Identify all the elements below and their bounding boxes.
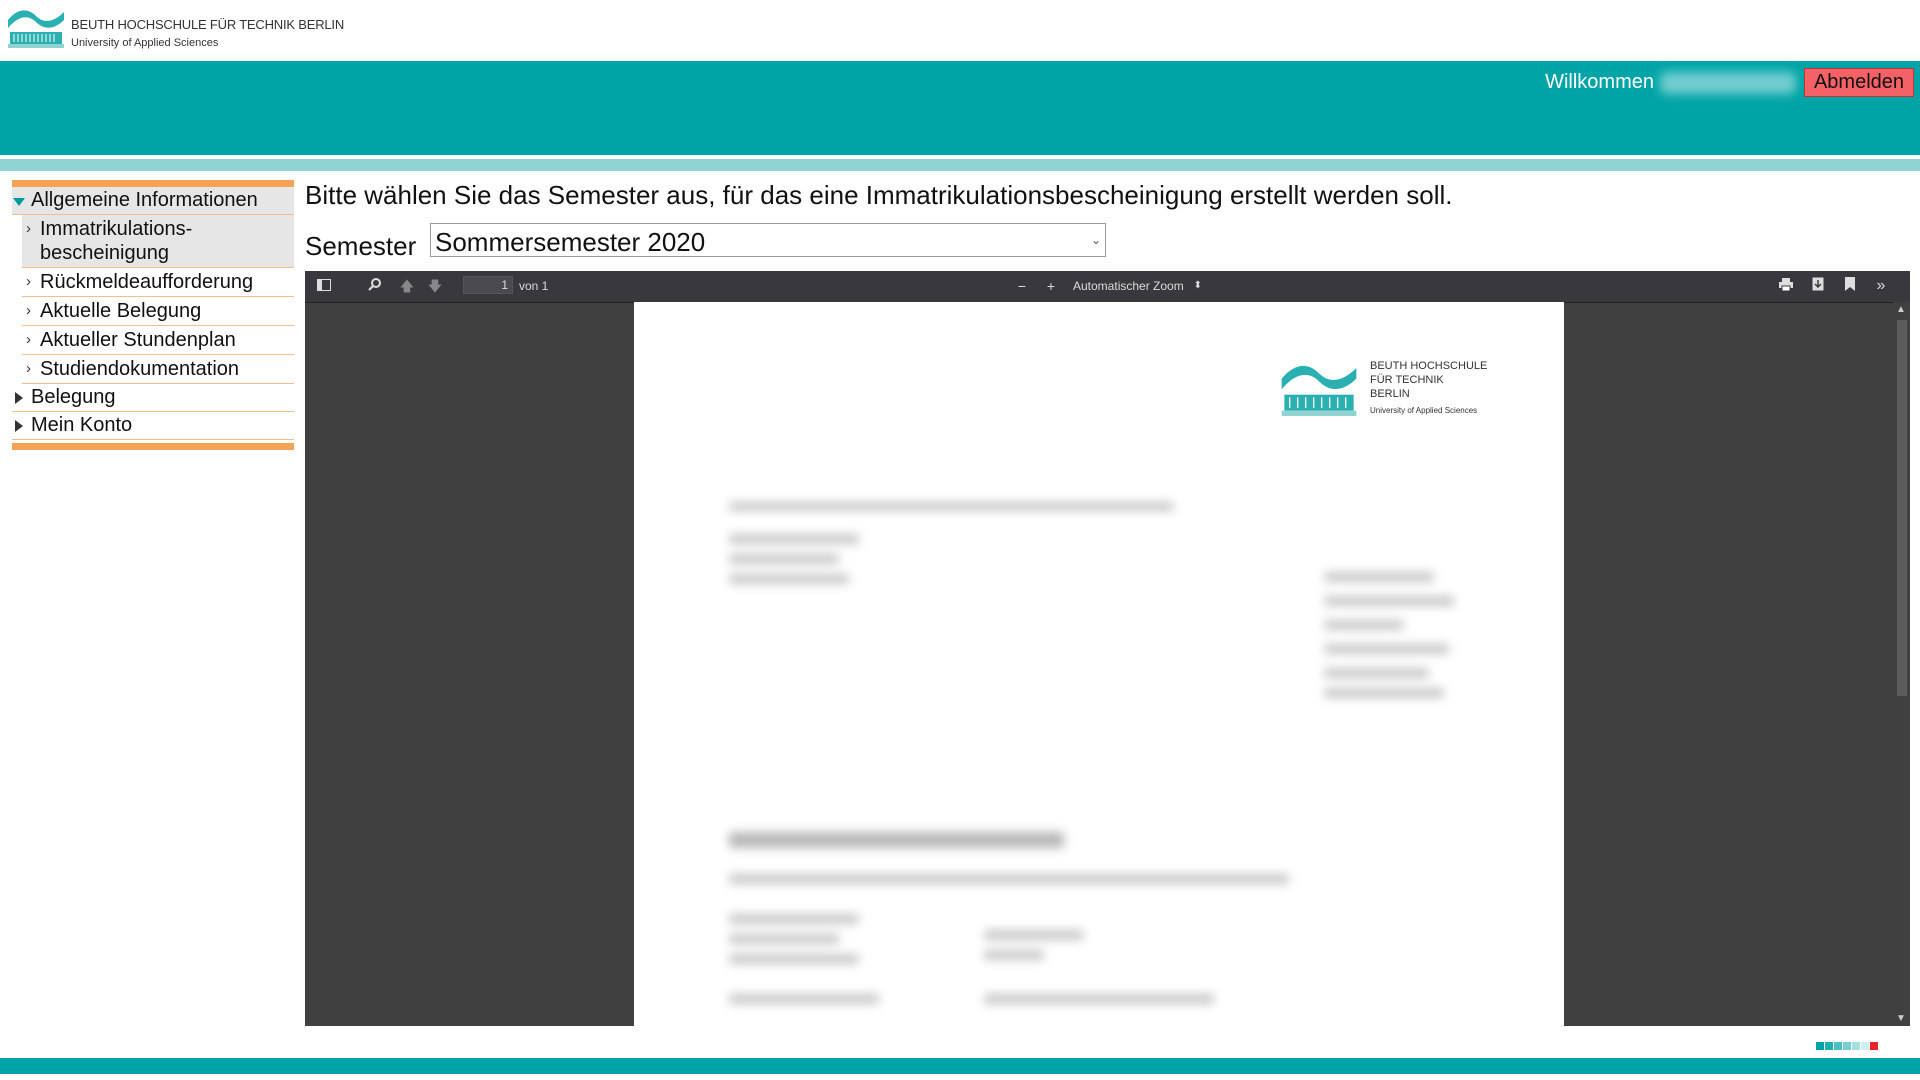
redacted-text bbox=[1324, 668, 1429, 678]
sidebar-section-allgemeine-informationen[interactable]: Allgemeine Informationen bbox=[12, 187, 294, 215]
redacted-text bbox=[984, 994, 1214, 1004]
page-number-input[interactable]: 1 bbox=[463, 276, 513, 294]
semester-dropdown[interactable]: Sommersemester 2020 ⌄ bbox=[430, 223, 1106, 257]
username-redacted bbox=[1660, 72, 1796, 94]
document-logo-line: FÜR TECHNIK bbox=[1370, 374, 1444, 386]
sidebar-item-immatrikulationsbescheinigung[interactable]: › Immatrikulations- bescheinigung bbox=[22, 215, 294, 268]
sidebar-section-belegung[interactable]: Belegung bbox=[12, 384, 294, 412]
redacted-text bbox=[729, 574, 849, 584]
decor-square bbox=[1834, 1042, 1842, 1050]
chevron-right-icon: › bbox=[26, 302, 31, 319]
sidebar-item-rueckmeldeaufforderung[interactable]: › Rückmeldeaufforderung bbox=[22, 268, 294, 297]
sidebar-item-label: Aktueller Stundenplan bbox=[40, 329, 236, 351]
welcome-text: Willkommen bbox=[1545, 71, 1654, 93]
decor-square bbox=[1852, 1042, 1860, 1050]
print-icon[interactable] bbox=[1775, 276, 1797, 296]
sidebar-nav: Allgemeine Informationen › Immatrikulati… bbox=[12, 180, 294, 450]
redacted-text bbox=[984, 930, 1084, 940]
beuth-logo-document bbox=[1281, 365, 1357, 416]
pdf-viewer: 🡅 🡇 1 von 1 − + Automatischer Zoom ⬍ » B… bbox=[305, 271, 1910, 1026]
document-logo-text: BEUTH HOCHSCHULE FÜR TECHNIK BERLIN bbox=[1370, 359, 1487, 401]
scroll-down-icon[interactable]: ▼ bbox=[1896, 1013, 1906, 1024]
sidebar-section-label: Mein Konto bbox=[31, 414, 133, 436]
redacted-text bbox=[729, 914, 859, 924]
decor-square bbox=[1825, 1042, 1833, 1050]
page-count-label: von 1 bbox=[519, 279, 549, 293]
zoom-dropdown[interactable]: Automatischer Zoom ⬍ bbox=[1068, 276, 1206, 296]
decor-square bbox=[1861, 1042, 1869, 1050]
download-icon[interactable] bbox=[1807, 276, 1829, 296]
document-logo-subtitle: University of Applied Sciences bbox=[1370, 406, 1478, 415]
sidebar-section-mein-konto[interactable]: Mein Konto bbox=[12, 412, 294, 440]
zoom-out-icon[interactable]: − bbox=[1011, 276, 1033, 296]
page-instruction: Bitte wählen Sie das Semester aus, für d… bbox=[305, 180, 1453, 210]
sidebar-bottom-bar bbox=[12, 443, 294, 450]
triangle-down-icon bbox=[13, 198, 25, 206]
chevron-right-icon: › bbox=[26, 331, 31, 348]
bookmark-icon[interactable] bbox=[1839, 276, 1861, 296]
updown-arrow-icon: ⬍ bbox=[1193, 280, 1202, 291]
redacted-text bbox=[984, 950, 1044, 960]
semester-selected-value: Sommersemester 2020 bbox=[435, 227, 706, 257]
redacted-text bbox=[1324, 572, 1434, 582]
tools-menu-icon[interactable]: » bbox=[1870, 276, 1892, 296]
sidebar-item-label: Immatrikulations- bescheinigung bbox=[40, 218, 193, 264]
decor-square bbox=[1843, 1042, 1851, 1050]
sidebar-top-bar bbox=[12, 180, 294, 187]
sidebar-item-studiendokumentation[interactable]: › Studiendokumentation bbox=[22, 355, 294, 384]
decor-square bbox=[1816, 1042, 1824, 1050]
arrow-down-icon[interactable]: 🡇 bbox=[424, 276, 446, 296]
redacted-text bbox=[1324, 644, 1449, 654]
pdf-page: BEUTH HOCHSCHULE FÜR TECHNIK BERLIN Univ… bbox=[634, 302, 1564, 1026]
sidebar-toggle-icon[interactable] bbox=[313, 276, 335, 296]
redacted-text bbox=[729, 994, 879, 1004]
chevron-down-icon: ⌄ bbox=[1090, 233, 1101, 247]
sidebar-section-label: Belegung bbox=[31, 386, 116, 408]
redacted-text bbox=[729, 934, 839, 944]
divider-bar bbox=[0, 159, 1920, 171]
sidebar-section-label: Allgemeine Informationen bbox=[31, 189, 258, 211]
triangle-right-icon bbox=[15, 392, 23, 404]
redacted-text bbox=[729, 954, 859, 964]
beuth-logo bbox=[8, 10, 64, 48]
search-icon[interactable] bbox=[364, 276, 386, 296]
document-logo-line: BERLIN bbox=[1370, 388, 1410, 400]
pdf-scrollbar[interactable]: ▲ ▼ bbox=[1894, 302, 1910, 1026]
sidebar-item-aktuelle-belegung[interactable]: › Aktuelle Belegung bbox=[22, 297, 294, 326]
redacted-text bbox=[1324, 688, 1444, 698]
redacted-text bbox=[729, 534, 859, 544]
triangle-right-icon bbox=[15, 420, 23, 432]
scroll-up-icon[interactable]: ▲ bbox=[1896, 304, 1906, 315]
redacted-text bbox=[1324, 620, 1404, 630]
footer-decoration bbox=[1816, 1037, 1879, 1055]
document-logo-line: BEUTH HOCHSCHULE bbox=[1370, 360, 1488, 372]
zoom-in-icon[interactable]: + bbox=[1040, 276, 1062, 296]
redacted-text bbox=[729, 874, 1289, 884]
scroll-thumb[interactable] bbox=[1897, 320, 1907, 696]
decor-square bbox=[1870, 1042, 1878, 1050]
footer-bar bbox=[0, 1058, 1920, 1074]
redacted-text bbox=[729, 502, 1174, 511]
redacted-text bbox=[1324, 596, 1454, 606]
chevron-right-icon: › bbox=[26, 273, 31, 290]
sidebar-item-label: Studiendokumentation bbox=[40, 358, 240, 380]
redacted-text bbox=[729, 554, 839, 564]
chevron-right-icon: › bbox=[26, 220, 31, 237]
chevron-right-icon: › bbox=[26, 360, 31, 377]
semester-label: Semester bbox=[305, 231, 417, 261]
sidebar-item-aktueller-stundenplan[interactable]: › Aktueller Stundenplan bbox=[22, 326, 294, 355]
logo-title: BEUTH HOCHSCHULE FÜR TECHNIK BERLIN bbox=[71, 17, 345, 32]
logo-subtitle: University of Applied Sciences bbox=[71, 37, 219, 49]
zoom-value: Automatischer Zoom bbox=[1073, 279, 1184, 293]
header: BEUTH HOCHSCHULE FÜR TECHNIK BERLIN Univ… bbox=[0, 0, 1920, 61]
arrow-up-icon[interactable]: 🡅 bbox=[396, 276, 418, 296]
pdf-toolbar: 🡅 🡇 1 von 1 − + Automatischer Zoom ⬍ » bbox=[305, 271, 1910, 303]
sidebar-item-label: Rückmeldeaufforderung bbox=[40, 271, 254, 293]
redacted-heading bbox=[729, 832, 1064, 848]
sidebar-item-label: Aktuelle Belegung bbox=[40, 300, 202, 322]
logout-button[interactable]: Abmelden bbox=[1804, 68, 1914, 97]
